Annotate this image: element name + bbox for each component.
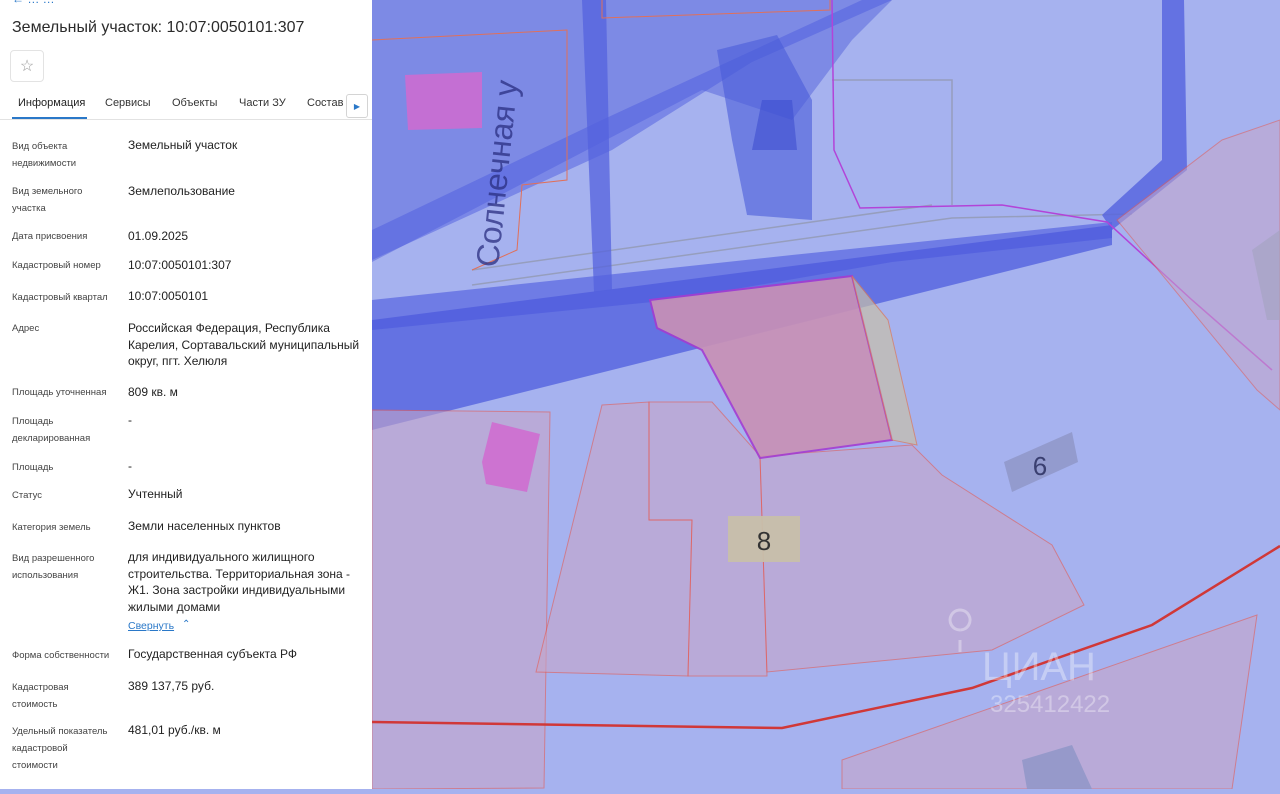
field-label-area-specified: Площадь уточненная bbox=[12, 387, 107, 398]
field-label-cadastral-value: Кадастровая стоимость bbox=[12, 682, 69, 710]
field-value-area-specified: 809 кв. м bbox=[128, 385, 178, 399]
favorite-button[interactable]: ☆ bbox=[10, 50, 44, 82]
field-label-land-type: Вид земельного участка bbox=[12, 186, 83, 214]
star-icon: ☆ bbox=[19, 58, 35, 75]
tab-objects[interactable]: Объекты bbox=[172, 97, 217, 109]
watermark-id: 325412422 bbox=[990, 691, 1110, 718]
field-value-object-type: Земельный участок bbox=[128, 138, 238, 152]
field-value-address: Российская Федерация, Республика Карелия… bbox=[128, 321, 360, 368]
field-value-permitted-use: для индивидуального жилищного строительс… bbox=[128, 550, 351, 614]
field-label-object-type: Вид объекта недвижимости bbox=[12, 141, 77, 169]
field-label-permitted-use: Вид разрешенного использования bbox=[12, 553, 95, 581]
field-value-land-category: Земли населенных пунктов bbox=[128, 519, 281, 533]
tab-land-parts[interactable]: Части ЗУ bbox=[239, 97, 286, 109]
field-label-area: Площадь bbox=[12, 462, 54, 473]
watermark-brand: ЦИАН bbox=[982, 645, 1096, 689]
page-title: Земельный участок: 10:07:0050101:307 bbox=[12, 19, 305, 36]
tab-composition[interactable]: Состав bbox=[307, 97, 343, 109]
field-value-status: Учтенный bbox=[128, 487, 183, 501]
tab-bar: Информация Сервисы Объекты Части ЗУ Сост… bbox=[0, 93, 372, 120]
breadcrumb[interactable]: ← … … bbox=[12, 0, 55, 6]
chevron-up-icon[interactable]: ⌃ bbox=[182, 619, 190, 630]
house-number-6: 6 bbox=[1033, 451, 1047, 481]
map-view[interactable]: Солнечная у 8 6 ЦИАН 325412422 bbox=[371, 0, 1280, 790]
collapse-link[interactable]: Свернуть bbox=[128, 620, 174, 632]
field-value-date: 01.09.2025 bbox=[128, 229, 189, 243]
triangle-right-icon: ▶ bbox=[353, 101, 361, 111]
tab-services[interactable]: Сервисы bbox=[105, 97, 151, 109]
field-label-cadastral-quarter: Кадастровый квартал bbox=[12, 292, 108, 303]
field-value-cadastral-quarter: 10:07:0050101 bbox=[128, 289, 209, 303]
field-value-cadastral-number: 10:07:0050101:307 bbox=[128, 258, 232, 272]
field-label-address: Адрес bbox=[12, 323, 40, 334]
building bbox=[405, 72, 482, 130]
map-canvas[interactable]: Солнечная у 8 6 ЦИАН 325412422 bbox=[371, 0, 1280, 790]
field-label-date: Дата присвоения bbox=[12, 231, 88, 242]
field-label-area-declared: Площадь декларированная bbox=[12, 416, 91, 444]
field-value-ownership: Государственная субъекта РФ bbox=[128, 647, 298, 661]
field-value-cadastral-value: 389 137,75 руб. bbox=[128, 679, 215, 693]
info-panel: ← … … Земельный участок: 10:07:0050101:3… bbox=[0, 0, 372, 789]
field-label-ownership: Форма собственности bbox=[12, 650, 110, 661]
field-value-land-type: Землепользование bbox=[128, 184, 235, 198]
field-value-area-declared: - bbox=[128, 413, 132, 427]
active-tab-indicator bbox=[12, 117, 87, 119]
tab-information[interactable]: Информация bbox=[18, 97, 85, 109]
field-value-area: - bbox=[128, 459, 132, 473]
field-label-land-category: Категория земель bbox=[12, 522, 91, 533]
field-label-unit-value: Удельный показатель кадастровой стоимост… bbox=[12, 726, 108, 771]
house-number-8: 8 bbox=[757, 526, 771, 556]
field-label-cadastral-number: Кадастровый номер bbox=[12, 260, 101, 271]
field-value-unit-value: 481,01 руб./кв. м bbox=[128, 723, 221, 737]
field-label-status: Статус bbox=[12, 490, 43, 501]
tabs-scroll-button[interactable]: ▶ bbox=[346, 94, 368, 118]
